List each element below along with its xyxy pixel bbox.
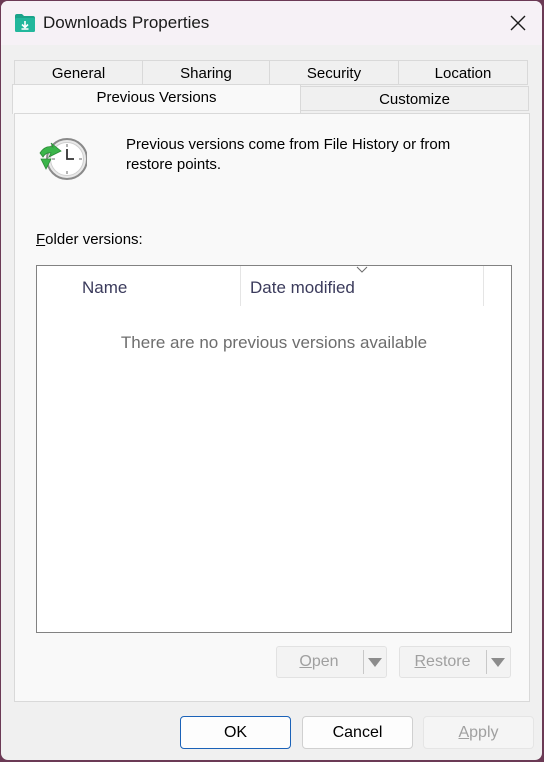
empty-list-message: There are no previous versions available	[120, 333, 428, 352]
open-mnemonic: O	[299, 653, 312, 670]
close-icon	[510, 15, 526, 31]
tab-previous-versions[interactable]: Previous Versions	[12, 84, 301, 114]
history-clock-icon	[39, 138, 87, 180]
cancel-button[interactable]: Cancel	[302, 716, 413, 749]
folder-versions-label-text: older versions:	[45, 231, 143, 248]
column-separator[interactable]	[240, 266, 241, 306]
properties-dialog: Downloads Properties General Sharing Sec…	[1, 1, 542, 760]
title-bar: Downloads Properties	[1, 1, 542, 45]
close-button[interactable]	[500, 5, 536, 41]
tab-security[interactable]: Security	[269, 60, 399, 85]
open-split-button[interactable]: Open	[276, 646, 387, 678]
tab-sharing[interactable]: Sharing	[142, 60, 270, 85]
split-divider	[486, 650, 487, 674]
ok-button[interactable]: OK	[180, 716, 291, 749]
window-title: Downloads Properties	[43, 13, 210, 32]
previous-versions-panel: Previous versions come from File History…	[14, 113, 530, 702]
open-label: pen	[311, 653, 339, 670]
restore-label: estore	[426, 653, 471, 670]
column-header-date-modified[interactable]: Date modified	[250, 266, 480, 306]
tab-strip: General Sharing Security Location Previo…	[1, 45, 542, 115]
folder-versions-label: Folder versions:	[36, 231, 143, 248]
folder-versions-mnemonic: F	[36, 231, 46, 248]
apply-mnemonic: A	[458, 724, 470, 741]
tab-location[interactable]: Location	[398, 60, 528, 85]
apply-label: pply	[469, 724, 499, 741]
open-button[interactable]: Open	[277, 647, 361, 677]
dropdown-arrow-icon[interactable]	[368, 658, 382, 667]
download-folder-icon	[15, 14, 35, 32]
info-text: Previous versions come from File History…	[126, 136, 451, 173]
dropdown-arrow-icon[interactable]	[491, 658, 505, 667]
versions-list[interactable]: Name Date modified There are no previous…	[36, 265, 512, 633]
restore-button[interactable]: Restore	[400, 647, 485, 677]
column-header-name[interactable]: Name	[82, 266, 237, 306]
restore-split-button[interactable]: Restore	[399, 646, 511, 678]
column-separator[interactable]	[483, 266, 484, 306]
tab-customize[interactable]: Customize	[300, 86, 529, 111]
split-divider	[363, 650, 364, 674]
restore-mnemonic: R	[414, 653, 427, 670]
tab-general[interactable]: General	[14, 60, 143, 85]
apply-button[interactable]: Apply	[423, 716, 534, 749]
